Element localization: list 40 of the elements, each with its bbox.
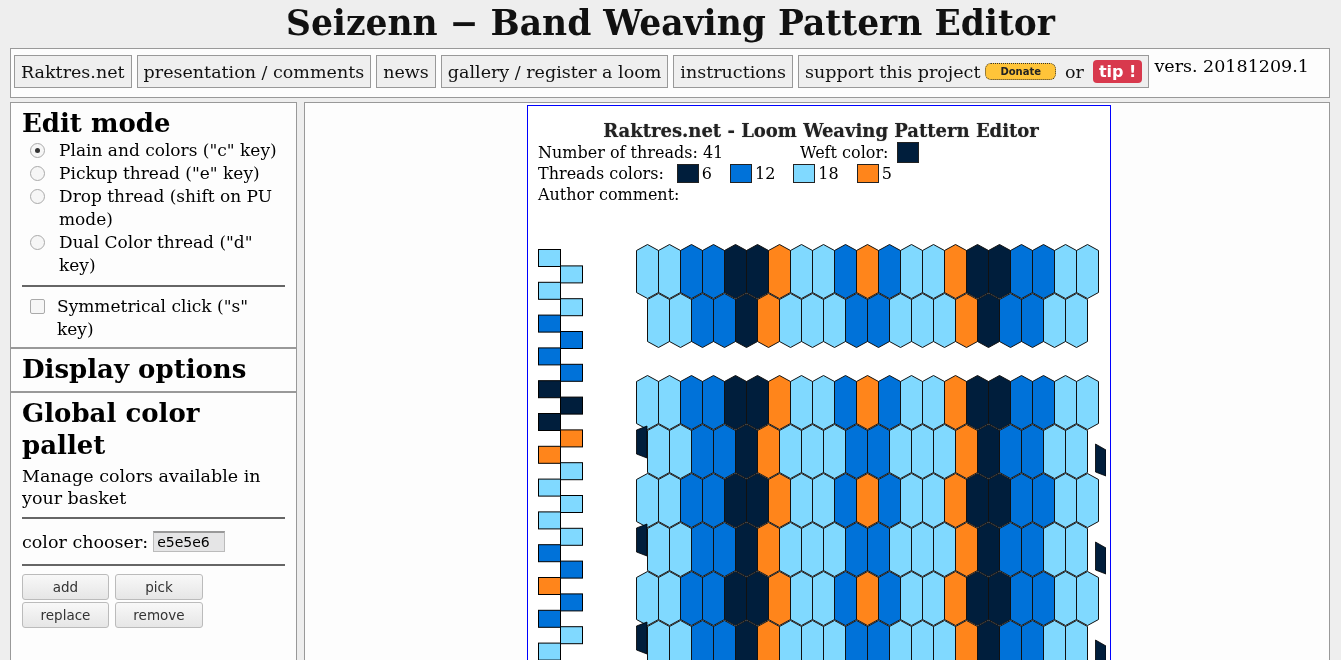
color-input-field[interactable]: e5e5e6 — [153, 531, 226, 552]
color-count: 6 — [701, 163, 712, 184]
threads-colors-label: Threads colors: — [538, 163, 664, 184]
section-heading[interactable]: Display options — [22, 353, 285, 385]
radio-label: Pickup thread ("e" key) — [59, 162, 260, 185]
version-label: vers. 20181209.1 — [1154, 55, 1309, 76]
donate-button[interactable]: Donate — [985, 63, 1057, 80]
color-count: 5 — [881, 163, 892, 184]
author-comment-label: Author comment: — [538, 184, 681, 205]
palette-button[interactable]: pick — [115, 574, 203, 600]
radio-label: Drop thread (shift on PU mode) — [59, 185, 273, 231]
checkbox-label: Symmetrical click ("s" key) — [57, 295, 250, 341]
nav-link[interactable]: gallery / register a loom — [440, 55, 669, 88]
section-description: Manage colors available in your basket — [22, 465, 262, 509]
or-label: or — [1065, 61, 1084, 82]
weft-color-label: Weft color: — [800, 142, 889, 163]
radio-label: Plain and colors ("c" key) — [59, 139, 277, 162]
radio-button[interactable] — [30, 235, 45, 250]
nav-link[interactable]: presentation / comments — [136, 55, 372, 88]
nav-link[interactable]: news — [376, 55, 436, 88]
palette-button[interactable]: add — [22, 574, 109, 600]
page-title: Seizenn − Band Weaving Pattern Editor — [284, 2, 1057, 45]
radio-button[interactable] — [30, 166, 45, 181]
tip-button[interactable]: tip ! — [1092, 60, 1143, 83]
radio-label: Dual Color thread ("d" key) — [59, 231, 254, 277]
color-count: 12 — [754, 163, 776, 184]
radio-button[interactable] — [30, 143, 45, 158]
threads-count: Number of threads: 41 — [538, 142, 725, 163]
nav-link[interactable]: Raktres.net — [14, 55, 132, 88]
palette-button[interactable]: replace — [22, 602, 109, 628]
radio-button[interactable] — [30, 189, 45, 204]
color-count: 18 — [818, 163, 839, 184]
checkbox[interactable] — [30, 299, 45, 314]
palette-button[interactable]: remove — [115, 602, 203, 628]
pattern-title: Raktres.net - Loom Weaving Pattern Editor — [602, 120, 1040, 142]
field-label: color chooser: — [22, 531, 149, 552]
section-heading: Global color pallet — [22, 397, 201, 461]
nav-link[interactable]: instructions — [673, 55, 794, 88]
section-heading: Edit mode — [22, 107, 172, 139]
support-label: support this project — [805, 61, 981, 82]
